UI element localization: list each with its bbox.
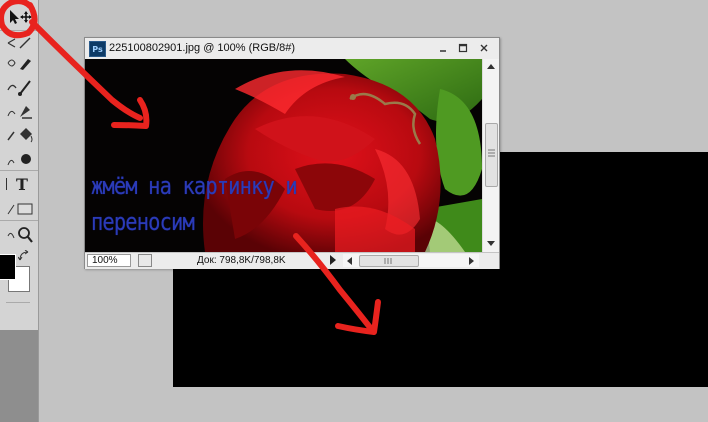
- maximize-button[interactable]: [455, 41, 471, 55]
- horizontal-scroll-thumb[interactable]: [359, 255, 419, 267]
- document-title: 225100802901.jpg @ 100% (RGB/8#): [109, 42, 296, 54]
- rose-image: [85, 59, 482, 252]
- toolbox-lower-panel: [0, 330, 38, 422]
- vertical-scroll-thumb[interactable]: [485, 123, 498, 187]
- scroll-right-icon[interactable]: [469, 257, 475, 265]
- lasso-tool[interactable]: [4, 32, 36, 54]
- rectangle-icon: [7, 203, 33, 215]
- stamp-icon: [7, 106, 32, 119]
- zoom-icon: [7, 227, 33, 243]
- zoom-tool[interactable]: [4, 224, 36, 246]
- status-bar: 100% Док: 798,8K/798,8K: [85, 252, 499, 269]
- minimize-button[interactable]: [435, 41, 451, 55]
- burn-tool[interactable]: [4, 148, 36, 170]
- swap-colors-icon[interactable]: [18, 250, 30, 262]
- brush-tool[interactable]: [4, 76, 36, 98]
- type-tool[interactable]: T: [4, 174, 36, 196]
- paint-bucket-tool[interactable]: [4, 124, 36, 146]
- rose-photo[interactable]: [85, 59, 482, 252]
- move-icon: [10, 10, 32, 24]
- shape-tool[interactable]: [4, 198, 36, 220]
- document-size-info: Док: 798,8K/798,8K: [197, 255, 286, 266]
- lasso-icon: [7, 37, 31, 49]
- document-titlebar[interactable]: Ps 225100802901.jpg @ 100% (RGB/8#): [85, 38, 499, 60]
- foreground-color-swatch[interactable]: [0, 254, 16, 280]
- bucket-icon: [7, 128, 33, 143]
- burn-icon: [7, 154, 31, 166]
- scroll-up-icon[interactable]: [487, 63, 495, 69]
- move-tool[interactable]: [4, 6, 36, 28]
- status-info-icon[interactable]: [138, 254, 152, 267]
- clone-stamp-tool[interactable]: [4, 100, 36, 122]
- toolbox: T: [0, 0, 39, 422]
- horizontal-scrollbar[interactable]: [343, 254, 479, 267]
- photoshop-icon: Ps: [89, 41, 106, 57]
- status-menu-arrow-icon[interactable]: [329, 255, 337, 265]
- maximize-icon: [458, 43, 468, 53]
- document-window[interactable]: Ps 225100802901.jpg @ 100% (RGB/8#) 100%…: [84, 37, 500, 269]
- minimize-icon: [440, 50, 446, 52]
- zoom-field[interactable]: 100%: [87, 254, 131, 267]
- brush-icon: [7, 80, 31, 96]
- eyedropper-tool[interactable]: [4, 52, 36, 74]
- eyedropper-icon: [7, 59, 31, 70]
- vertical-scrollbar[interactable]: [482, 59, 499, 252]
- close-icon: [480, 44, 488, 52]
- close-button[interactable]: [476, 41, 492, 55]
- scroll-down-icon[interactable]: [487, 241, 495, 247]
- type-icon: T: [16, 175, 28, 194]
- scroll-left-icon[interactable]: [346, 257, 352, 265]
